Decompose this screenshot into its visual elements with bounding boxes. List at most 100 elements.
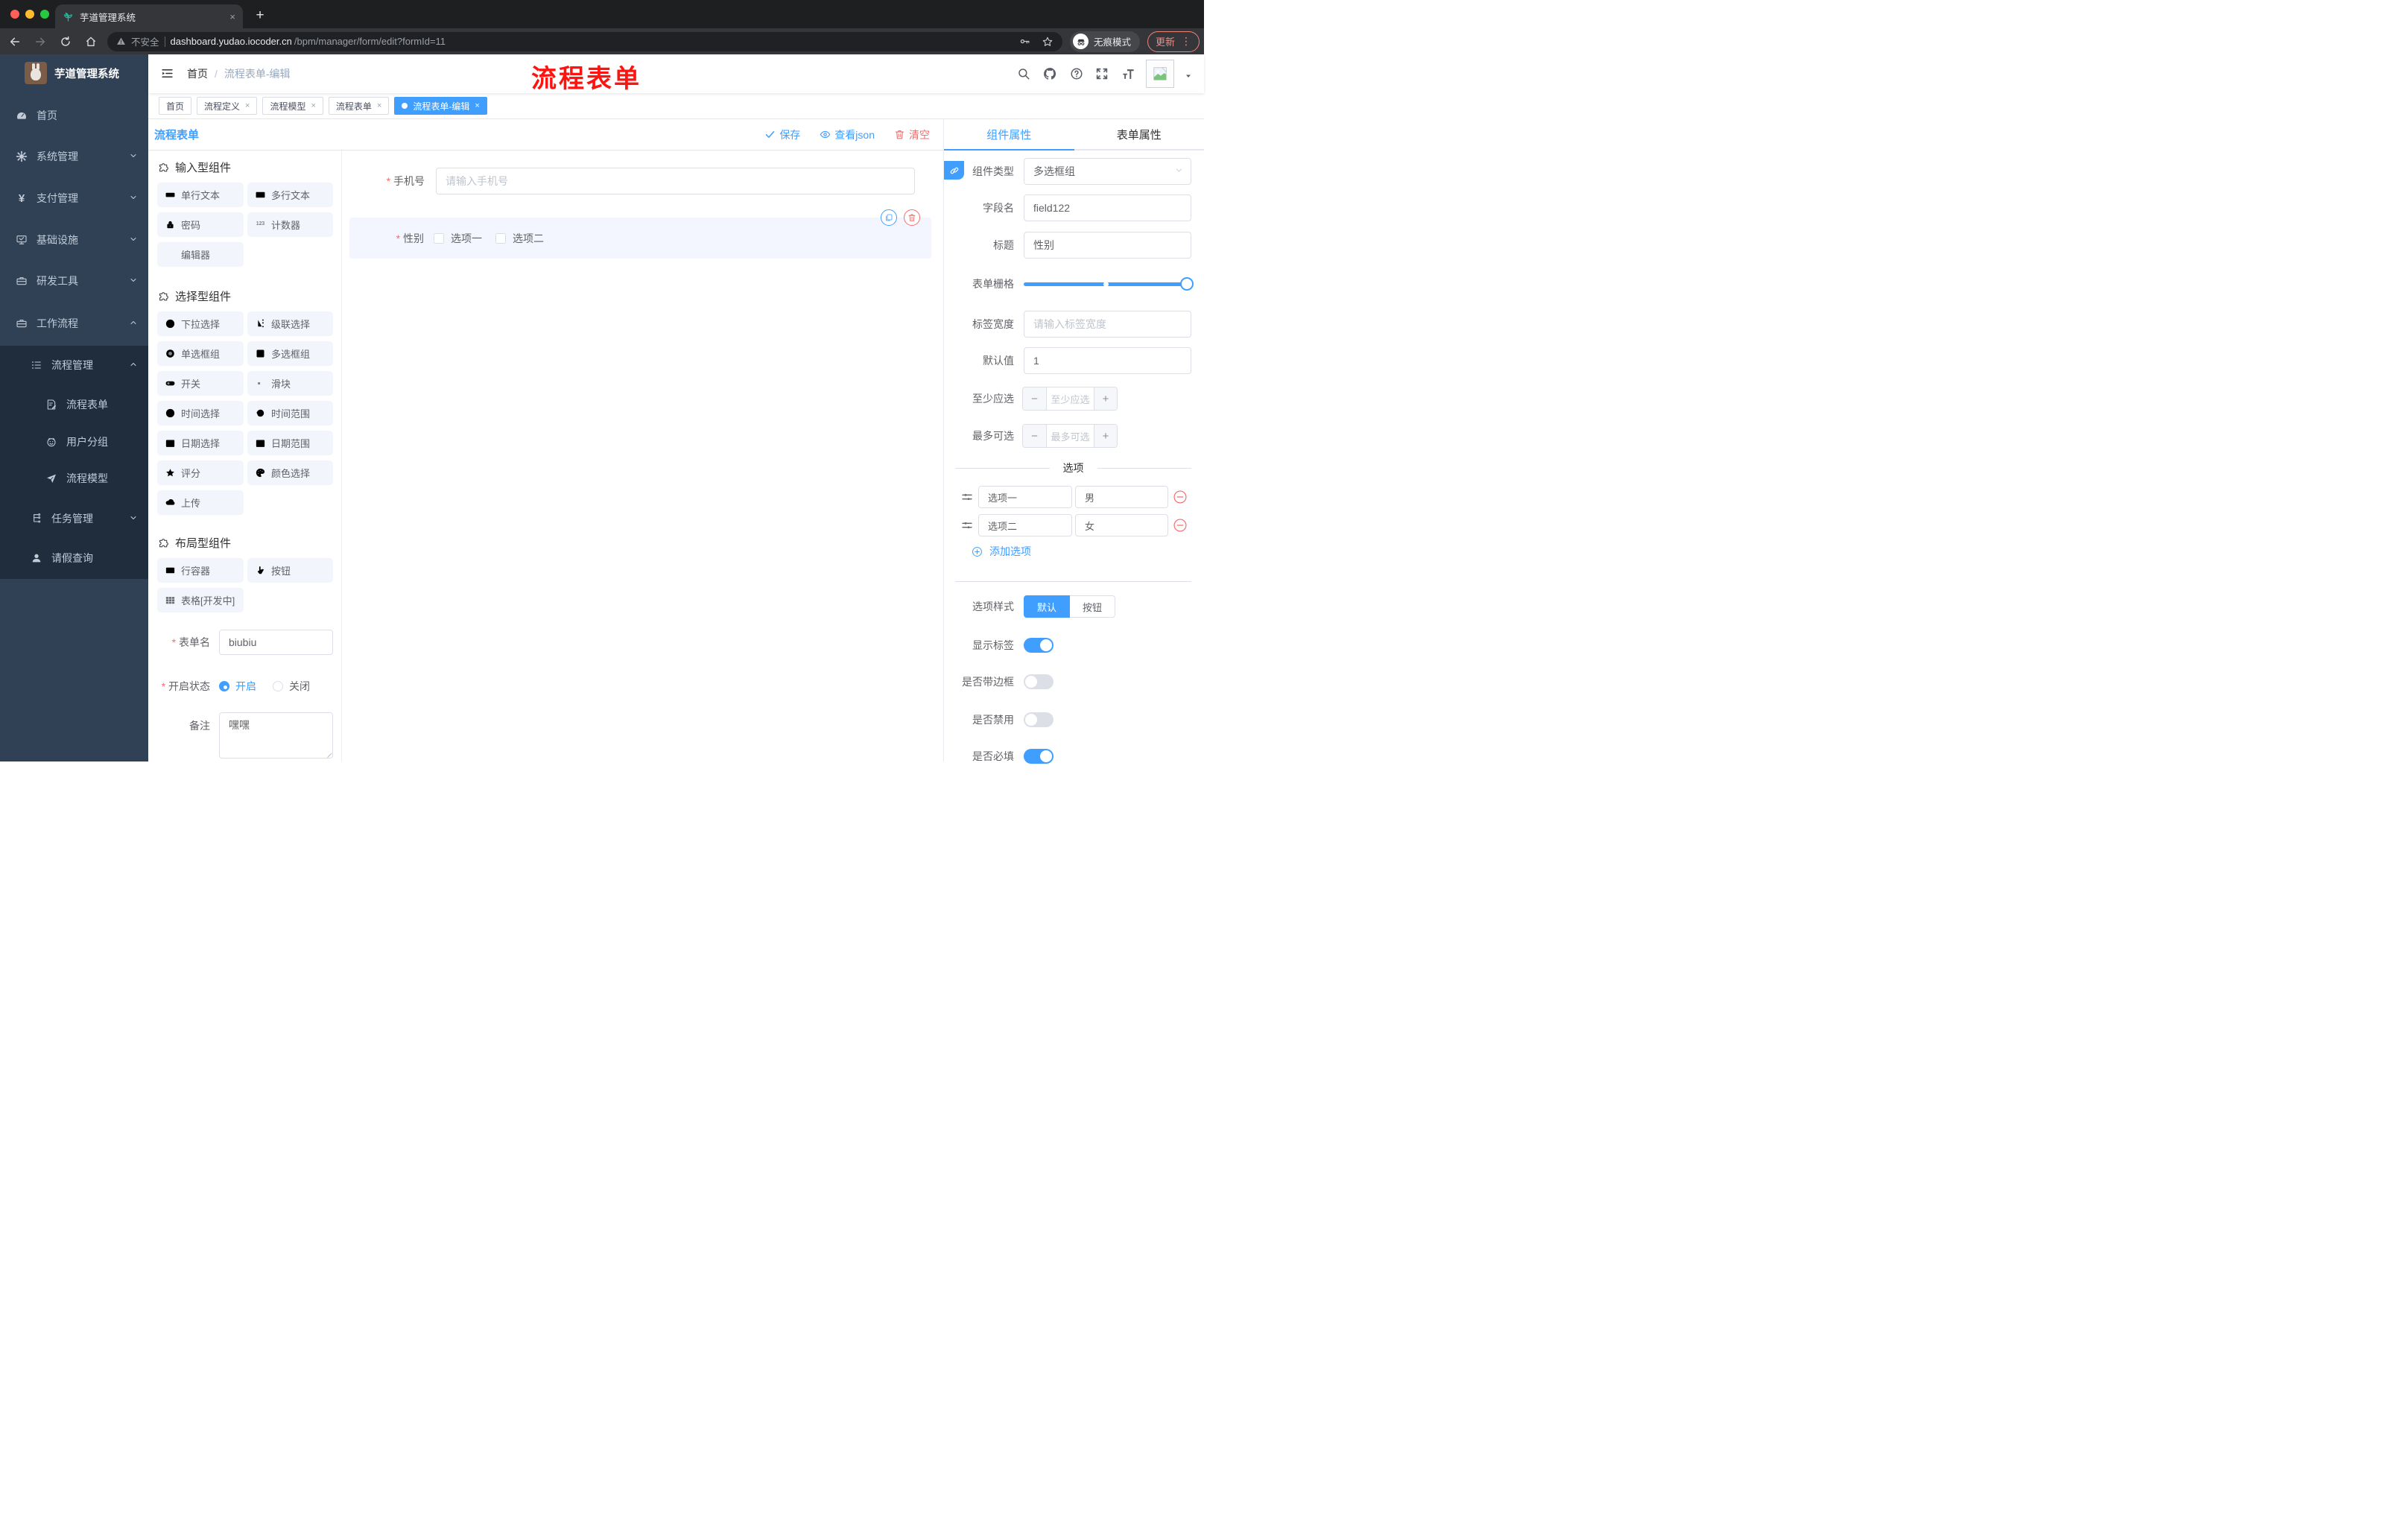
window-zoom-button[interactable] xyxy=(40,10,49,19)
tag-process-form[interactable]: 流程表单 xyxy=(328,97,390,115)
remove-option-button[interactable] xyxy=(1173,490,1188,504)
option-value-input[interactable]: 女 xyxy=(1075,514,1168,536)
palette-item-upload[interactable]: 上传 xyxy=(157,490,244,515)
canvas-field-gender-selected[interactable]: 性别 选项一 选项二 xyxy=(349,218,931,259)
sidebar-item-process-model[interactable]: 流程模型 xyxy=(0,460,148,497)
palette-item-rate[interactable]: 评分 xyxy=(157,460,244,485)
option-label-input[interactable]: 选项一 xyxy=(978,486,1072,508)
close-icon[interactable] xyxy=(377,101,381,110)
close-icon[interactable] xyxy=(245,101,250,110)
grid-slider[interactable] xyxy=(1024,270,1194,297)
github-icon[interactable] xyxy=(1042,66,1057,81)
view-json-button[interactable]: 查看json xyxy=(820,127,875,142)
palette-item-table[interactable]: 表格[开发中] xyxy=(157,588,244,612)
minus-button[interactable]: − xyxy=(1023,387,1047,410)
title-input[interactable]: 性别 xyxy=(1024,232,1191,259)
tab-form-props[interactable]: 表单属性 xyxy=(1074,119,1205,149)
sidebar-item-devtools[interactable]: 研发工具 xyxy=(0,262,148,300)
style-default-button[interactable]: 默认 xyxy=(1024,595,1071,618)
checkbox-icon[interactable] xyxy=(434,232,444,244)
home-button[interactable] xyxy=(80,31,101,52)
slider-track[interactable] xyxy=(1024,276,1194,291)
border-switch[interactable] xyxy=(1024,674,1054,689)
form-canvas[interactable]: 手机号 请输入手机号 性别 选项一 选项二 xyxy=(342,151,931,762)
window-close-button[interactable] xyxy=(10,10,19,19)
sidebar-item-home[interactable]: 首页 xyxy=(0,97,148,134)
phone-input[interactable]: 请输入手机号 xyxy=(436,168,915,194)
save-button[interactable]: 保存 xyxy=(764,127,800,142)
search-icon[interactable] xyxy=(1016,66,1031,81)
tag-process-model[interactable]: 流程模型 xyxy=(262,97,323,115)
disabled-switch[interactable] xyxy=(1024,712,1054,727)
option-value-input[interactable]: 男 xyxy=(1075,486,1168,508)
app-logo[interactable]: 芋道管理系统 xyxy=(0,54,148,92)
forward-button[interactable] xyxy=(30,31,51,52)
default-value-input[interactable]: 1 xyxy=(1024,347,1191,374)
close-icon[interactable] xyxy=(311,101,315,110)
remove-option-button[interactable] xyxy=(1173,518,1188,533)
form-remark-textarea[interactable]: 嘿嘿 xyxy=(219,712,333,759)
component-type-select[interactable]: 多选框组 xyxy=(1024,158,1191,185)
palette-item-row-container[interactable]: 行容器 xyxy=(157,558,244,583)
required-switch[interactable] xyxy=(1024,749,1054,764)
clear-button[interactable]: 清空 xyxy=(894,127,930,142)
show-label-switch[interactable] xyxy=(1024,638,1054,653)
status-radio-off[interactable]: 关闭 xyxy=(273,679,310,694)
avatar[interactable] xyxy=(1146,60,1174,88)
drag-handle-icon[interactable] xyxy=(961,491,973,503)
palette-item-checkbox-group[interactable]: 多选框组 xyxy=(247,341,333,366)
sidebar-item-task-mgmt[interactable]: 任务管理 xyxy=(0,500,148,537)
duplicate-field-button[interactable] xyxy=(881,209,897,226)
bookmark-star-icon[interactable] xyxy=(1042,36,1054,48)
palette-item-password[interactable]: 密码 xyxy=(157,212,244,237)
palette-item-time-range[interactable]: 时间范围 xyxy=(247,401,333,425)
gender-option-2[interactable]: 选项二 xyxy=(495,231,544,246)
palette-item-switch[interactable]: 开关 xyxy=(157,371,244,396)
field-name-input[interactable]: field122 xyxy=(1024,194,1191,221)
sidebar-item-payment[interactable]: ¥ 支付管理 xyxy=(0,180,148,217)
plus-button[interactable]: + xyxy=(1094,425,1117,447)
help-icon[interactable] xyxy=(1069,66,1084,81)
sidebar-item-process-form[interactable]: 流程表单 xyxy=(0,386,148,423)
palette-item-select[interactable]: 下拉选择 xyxy=(157,311,244,336)
sidebar-item-infra[interactable]: 基础设施 xyxy=(0,221,148,259)
minus-button[interactable]: − xyxy=(1023,425,1047,447)
browser-tab[interactable]: 芋道管理系统 xyxy=(55,4,243,28)
palette-item-cascader[interactable]: 级联选择 xyxy=(247,311,333,336)
tab-component-props[interactable]: 组件属性 xyxy=(944,119,1074,151)
browser-menu-icon[interactable] xyxy=(1181,35,1191,48)
palette-item-multi-line-text[interactable]: 多行文本 xyxy=(247,183,333,207)
plus-button[interactable]: + xyxy=(1094,387,1117,410)
add-option-button[interactable]: 添加选项 xyxy=(972,544,1031,559)
window-minimize-button[interactable] xyxy=(25,10,34,19)
tab-close-icon[interactable] xyxy=(229,11,235,22)
delete-field-button[interactable] xyxy=(904,209,920,226)
sidebar-item-leave-query[interactable]: 请假查询 xyxy=(0,539,148,577)
palette-item-time-picker[interactable]: 时间选择 xyxy=(157,401,244,425)
sidebar-item-system[interactable]: 系统管理 xyxy=(0,138,148,175)
fullscreen-icon[interactable] xyxy=(1094,66,1109,81)
form-name-input[interactable]: biubiu xyxy=(219,630,333,655)
font-size-icon[interactable] xyxy=(1121,66,1135,81)
back-button[interactable] xyxy=(4,31,25,52)
palette-item-radio-group[interactable]: 单选框组 xyxy=(157,341,244,366)
label-width-input[interactable]: 请输入标签宽度 xyxy=(1024,311,1191,338)
palette-item-counter[interactable]: 计数器 xyxy=(247,212,333,237)
avatar-caret-down-icon[interactable] xyxy=(1184,71,1193,84)
style-button-button[interactable]: 按钮 xyxy=(1070,595,1116,618)
option-label-input[interactable]: 选项二 xyxy=(978,514,1072,536)
address-bar[interactable]: 不安全 dashboard.yudao.iocoder.cn/bpm/manag… xyxy=(107,31,1062,51)
status-radio-on[interactable]: 开启 xyxy=(219,679,256,694)
browser-update-button[interactable]: 更新 xyxy=(1147,31,1200,52)
drag-handle-icon[interactable] xyxy=(961,519,973,531)
canvas-field-phone[interactable]: 手机号 请输入手机号 xyxy=(342,168,915,194)
close-icon[interactable] xyxy=(475,101,479,110)
sidebar-item-user-group[interactable]: 用户分组 xyxy=(0,423,148,460)
palette-item-date-range[interactable]: 日期范围 xyxy=(247,431,333,455)
palette-item-slider[interactable]: 滑块 xyxy=(247,371,333,396)
palette-item-button[interactable]: 按钮 xyxy=(247,558,333,583)
palette-item-color-picker[interactable]: 颜色选择 xyxy=(247,460,333,485)
sidebar-item-process-mgmt[interactable]: 流程管理 xyxy=(0,346,148,384)
sidebar-item-workflow[interactable]: 工作流程 xyxy=(0,305,148,342)
password-key-icon[interactable] xyxy=(1019,36,1030,47)
